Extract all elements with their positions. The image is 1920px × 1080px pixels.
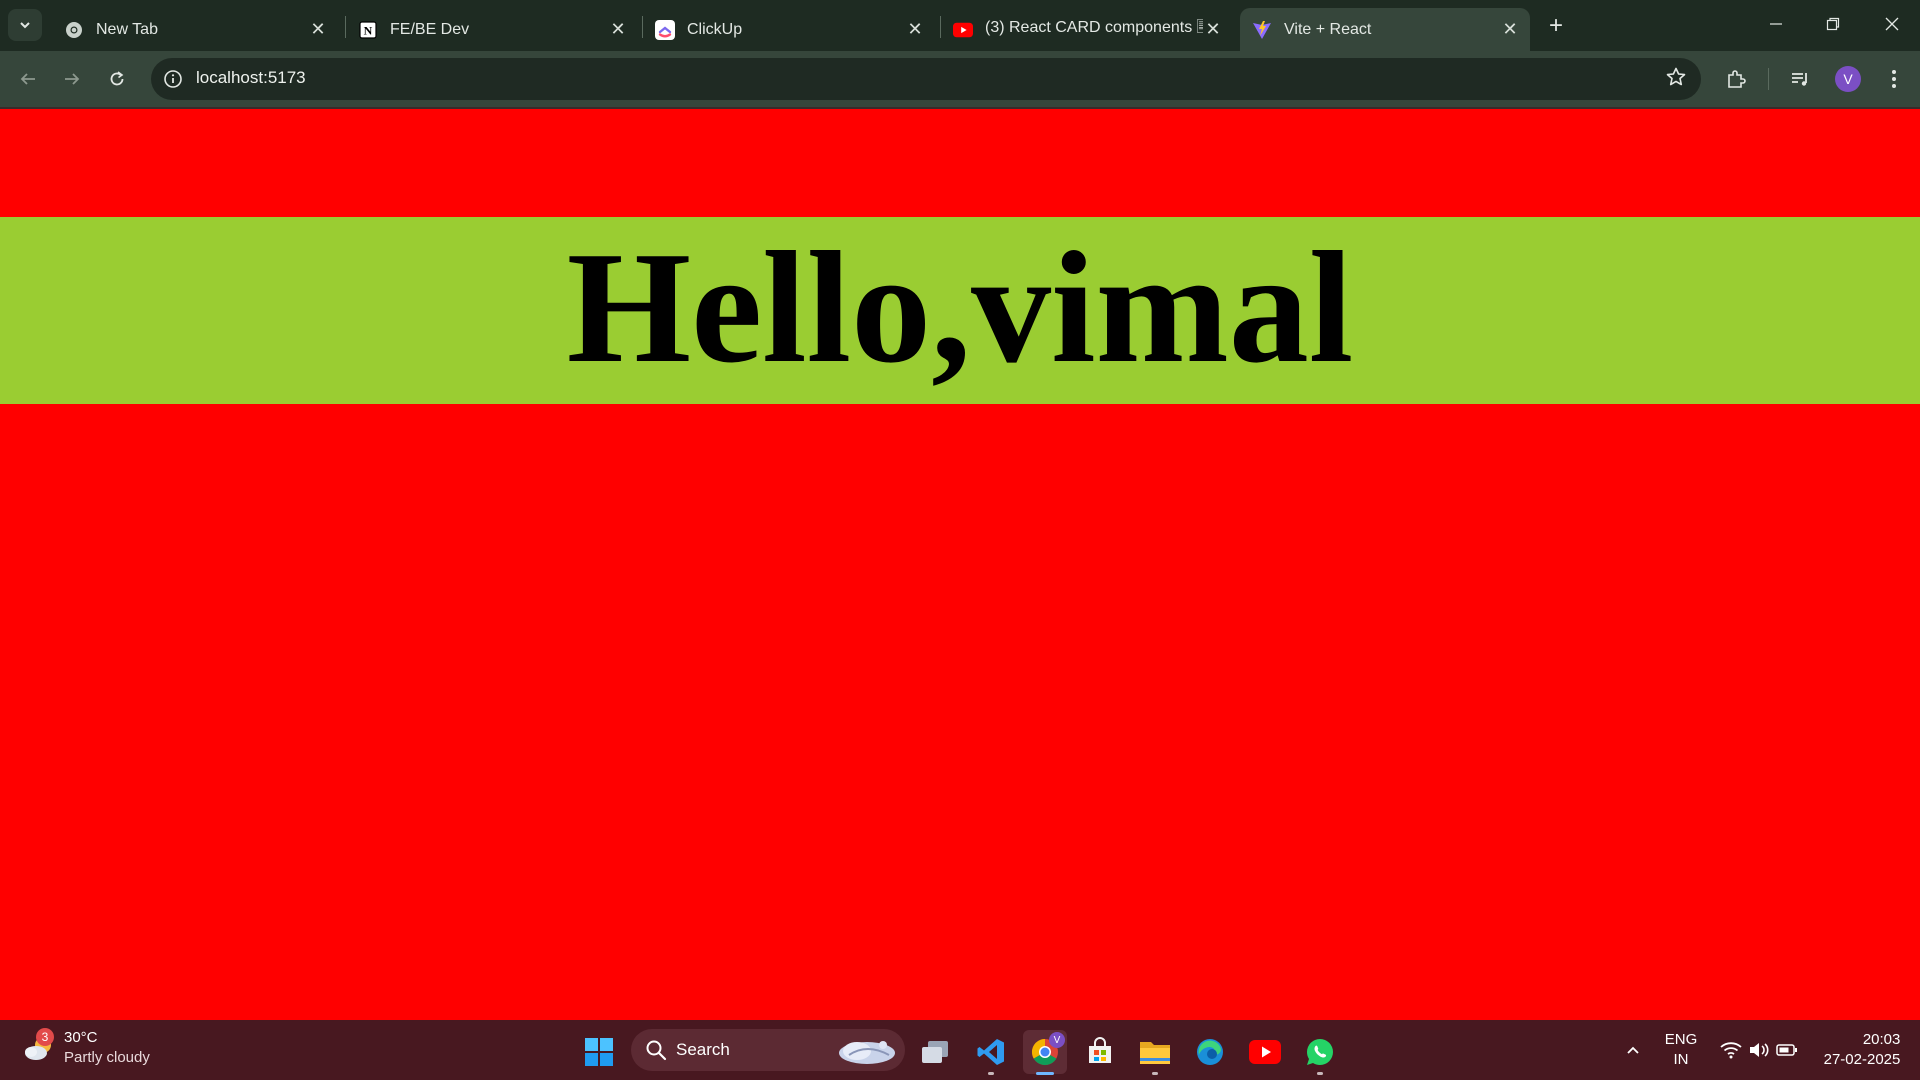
close-icon[interactable]: ✕	[1203, 19, 1223, 40]
info-icon[interactable]	[163, 69, 183, 89]
reload-icon	[110, 71, 124, 86]
close-icon[interactable]: ✕	[905, 19, 925, 40]
tab-youtube-react-card[interactable]: (3) React CARD components 🗏 ✕	[941, 8, 1233, 51]
restore-button[interactable]	[1805, 0, 1861, 48]
profile-avatar[interactable]: V	[1835, 66, 1861, 92]
show-hidden-icons-button[interactable]	[1618, 1020, 1648, 1080]
close-icon[interactable]: ✕	[1500, 19, 1520, 40]
close-icon[interactable]: ✕	[608, 19, 628, 40]
reload-button[interactable]	[101, 63, 133, 95]
running-indicator	[1152, 1072, 1158, 1075]
running-indicator	[1317, 1072, 1323, 1075]
tab-title: FE/BE Dev	[390, 20, 470, 38]
edge-app[interactable]	[1188, 1030, 1232, 1074]
toolbar-divider	[1768, 68, 1769, 90]
new-tab-button[interactable]: +	[1541, 11, 1571, 41]
start-button[interactable]	[577, 1030, 621, 1074]
weather-condition: Partly cloudy	[64, 1049, 150, 1066]
tab-title: Vite + React	[1284, 20, 1372, 38]
bookmark-star-icon[interactable]	[1665, 66, 1687, 94]
input-language-button[interactable]: ENG IN	[1658, 1020, 1704, 1080]
weather-widget[interactable]: 3 30°C Partly cloudy	[22, 1028, 150, 1068]
edge-icon	[1197, 1039, 1223, 1065]
whatsapp-app[interactable]	[1298, 1030, 1342, 1075]
arrow-right-icon	[65, 73, 80, 85]
greeting-banner: Hello,vimal	[0, 217, 1920, 404]
language-code: ENG	[1664, 1031, 1698, 1048]
tab-title: ClickUp	[687, 20, 743, 38]
region-code: IN	[1673, 1051, 1689, 1068]
windows-icon	[585, 1038, 613, 1066]
close-icon	[1885, 17, 1899, 31]
greeting-heading: Hello,vimal	[566, 217, 1354, 396]
taskbar-search[interactable]: Search	[631, 1029, 905, 1071]
store-icon	[1089, 1037, 1111, 1063]
close-icon[interactable]: ✕	[308, 19, 328, 40]
tab-fe-be-dev[interactable]: N FE/BE Dev ✕	[346, 8, 638, 51]
notion-icon: N	[358, 20, 378, 40]
chevron-up-icon	[1627, 1046, 1639, 1054]
menu-button[interactable]	[1880, 65, 1908, 93]
clock-date: 27-02-2025	[1823, 1051, 1901, 1068]
folder-icon	[1140, 1042, 1170, 1064]
clock-time: 20:03	[1862, 1031, 1901, 1048]
clickup-icon	[655, 19, 675, 40]
page-top-border	[0, 107, 1920, 109]
close-window-button[interactable]	[1864, 0, 1920, 48]
minimize-icon	[1770, 23, 1782, 25]
battery-icon	[1776, 1044, 1797, 1056]
clock-button[interactable]: 20:03 27-02-2025	[1812, 1020, 1912, 1080]
puzzle-icon	[1728, 70, 1746, 88]
vite-icon	[1252, 20, 1272, 40]
whatsapp-icon	[1307, 1039, 1333, 1065]
minimize-button[interactable]	[1748, 0, 1804, 48]
youtube-icon	[953, 20, 973, 40]
wifi-icon	[1720, 1042, 1742, 1059]
chrome-icon	[64, 20, 84, 40]
profile-badge: V	[1049, 1032, 1065, 1048]
chrome-app[interactable]: V	[1023, 1030, 1067, 1075]
tab-new-tab[interactable]: New Tab ✕	[52, 8, 338, 51]
tab-search-button[interactable]	[8, 9, 42, 41]
weather-temperature: 30°C	[64, 1029, 98, 1046]
vscode-icon	[977, 1039, 1004, 1065]
youtube-app[interactable]	[1243, 1030, 1287, 1074]
tab-strip: New Tab ✕ N FE/BE Dev ✕ ClickUp ✕ (3) Re…	[0, 0, 1920, 51]
tab-title: (3) React CARD components 🗏	[985, 19, 1203, 36]
active-indicator	[1036, 1072, 1054, 1075]
svg-text:N: N	[364, 23, 373, 37]
partly-cloudy-icon: 3	[22, 1028, 58, 1066]
volume-icon	[1750, 1043, 1769, 1057]
tab-clickup[interactable]: ClickUp ✕	[643, 8, 935, 51]
restore-icon	[1826, 17, 1840, 31]
vscode-app[interactable]	[969, 1030, 1013, 1075]
running-indicator	[988, 1072, 994, 1075]
more-vert-icon	[1892, 70, 1896, 88]
search-icon	[646, 1040, 667, 1061]
search-highlight-icon	[839, 1041, 895, 1064]
quick-settings-button[interactable]	[1714, 1020, 1804, 1080]
browser-toolbar: localhost:5173	[0, 51, 1920, 107]
plus-icon: +	[1548, 12, 1563, 39]
search-label: Search	[676, 1040, 730, 1059]
notification-badge: 3	[36, 1028, 54, 1046]
tab-title: New Tab	[96, 20, 158, 38]
arrow-left-icon	[20, 73, 35, 85]
tab-vite-react[interactable]: Vite + React ✕	[1240, 8, 1530, 51]
youtube-icon	[1249, 1040, 1281, 1064]
address-bar[interactable]: localhost:5173	[151, 58, 1701, 100]
file-explorer-app[interactable]	[1133, 1030, 1177, 1075]
chevron-down-icon	[20, 22, 30, 29]
back-button[interactable]	[12, 63, 44, 95]
task-view-button[interactable]	[913, 1030, 957, 1074]
extensions-button[interactable]	[1722, 65, 1750, 93]
url-text[interactable]: localhost:5173	[196, 68, 306, 88]
task-view-icon	[922, 1041, 948, 1063]
media-controls-button[interactable]	[1786, 65, 1814, 93]
playlist-icon	[1792, 73, 1807, 86]
microsoft-store-app[interactable]	[1078, 1030, 1122, 1074]
forward-button[interactable]	[56, 63, 88, 95]
